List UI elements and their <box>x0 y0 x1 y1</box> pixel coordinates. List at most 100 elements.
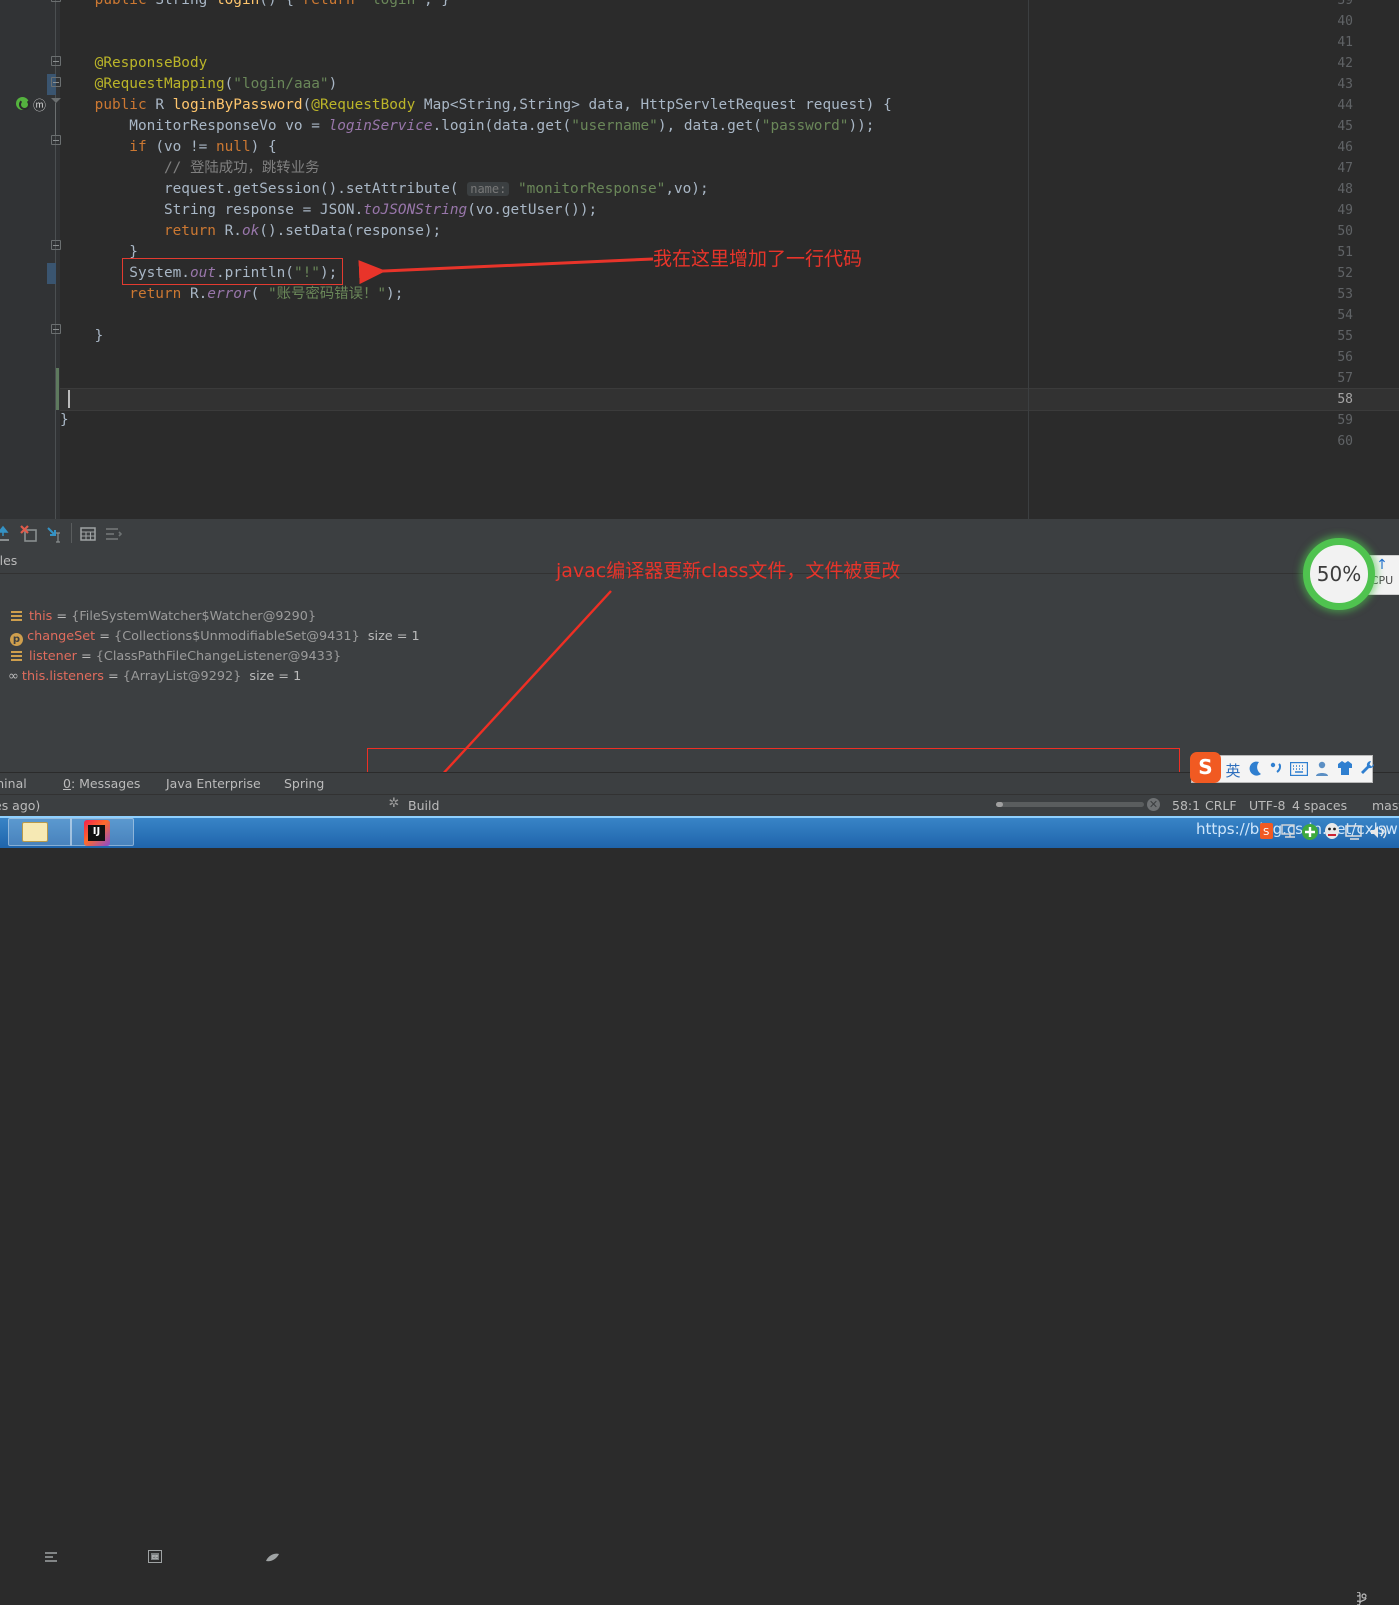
variables-tab-label[interactable]: ables <box>0 553 17 568</box>
shirt-icon[interactable] <box>1337 760 1353 776</box>
java-enterprise-icon: EE <box>148 1550 162 1563</box>
variable-row[interactable]: ∞ this.listeners = {ArrayList@9292} size… <box>8 667 301 687</box>
line-number: 45 <box>1337 119 1353 134</box>
line-number: 41 <box>1337 35 1353 50</box>
sort-values-icon[interactable] <box>104 525 122 543</box>
cpu-percent-label: 50% <box>1316 562 1362 586</box>
git-branch-label[interactable]: mast <box>1372 798 1399 813</box>
spring-leaf-icon <box>266 1553 279 1562</box>
status-bar[interactable]: es ago) Build 58:1 CRLF UTF-8 4 spaces m… <box>0 794 1399 1605</box>
sogou-logo-icon[interactable]: S <box>1190 752 1221 783</box>
debugger-toolbar[interactable] <box>0 519 1399 550</box>
tray-monitor-icon[interactable] <box>1344 822 1364 842</box>
force-step-into-icon[interactable] <box>20 525 38 543</box>
tray-security-icon[interactable] <box>1300 822 1320 842</box>
line-number: 43 <box>1337 77 1353 92</box>
build-progress-bar <box>996 802 1144 807</box>
gutter-exec-mark <box>47 263 56 284</box>
line-number: 53 <box>1337 287 1353 302</box>
svg-text:S: S <box>1263 827 1269 838</box>
spring-bean-icon[interactable] <box>16 97 30 110</box>
status-left-text: es ago) <box>0 798 41 813</box>
file-encoding[interactable]: UTF-8 <box>1249 798 1285 813</box>
line-number: 59 <box>1337 413 1353 428</box>
comma-icon[interactable] <box>1268 761 1284 777</box>
line-number: 54 <box>1337 308 1353 323</box>
line-number: 56 <box>1337 350 1353 365</box>
code-line[interactable]: public R loginByPassword(@RequestBody Ma… <box>60 95 892 116</box>
tray-qq-icon[interactable] <box>1322 822 1342 842</box>
windows-taskbar[interactable] <box>0 816 1399 848</box>
annotation-at-icon: ⓜ <box>33 99 47 114</box>
code-line[interactable]: return R.ok().setData(response); <box>60 221 441 242</box>
cpu-usage-indicator[interactable]: 50% <box>1303 538 1375 610</box>
variable-row[interactable]: p changeSet = {Collections$UnmodifiableS… <box>10 627 420 647</box>
watch-icon: ∞ <box>8 669 19 684</box>
code-line[interactable]: String response = JSON.toJSONString(vo.g… <box>60 200 597 221</box>
run-to-cursor-icon[interactable] <box>45 525 63 543</box>
line-number: 48 <box>1337 182 1353 197</box>
person-icon[interactable] <box>1314 761 1330 776</box>
line-number: 40 <box>1337 14 1353 29</box>
keyboard-icon[interactable] <box>1290 762 1308 776</box>
svg-text:EE: EE <box>152 1555 158 1561</box>
line-number: 49 <box>1337 203 1353 218</box>
wrench-icon[interactable] <box>1359 760 1375 776</box>
code-line[interactable]: public String login() { return "login"; … <box>60 0 450 11</box>
step-out-icon[interactable] <box>0 525 12 543</box>
line-number: 46 <box>1337 140 1353 155</box>
intellij-idea-icon[interactable]: IJ <box>84 820 110 846</box>
current-line-highlight <box>0 388 1399 411</box>
code-line[interactable]: } <box>60 410 69 431</box>
fold-bracket-line <box>55 103 56 135</box>
line-number: 50 <box>1337 224 1353 239</box>
code-line[interactable]: if (vo != null) { <box>60 137 276 158</box>
caret-position[interactable]: 58:1 <box>1172 798 1200 813</box>
annotation-text-build: javac编译器更新class文件，文件被更改 <box>556 560 901 582</box>
line-number: 57 <box>1337 371 1353 386</box>
code-line[interactable]: @RequestMapping("login/aaa") <box>60 74 338 95</box>
folder-icon[interactable] <box>22 822 48 842</box>
indent-setting[interactable]: 4 spaces <box>1292 798 1347 813</box>
tool-window-spring[interactable]: Spring <box>284 776 324 791</box>
evaluate-expression-icon[interactable] <box>79 525 97 543</box>
code-line[interactable]: request.getSession().setAttribute( name:… <box>60 179 709 200</box>
code-line[interactable]: // 登陆成功，跳转业务 <box>60 158 320 179</box>
code-line[interactable]: @ResponseBody <box>60 53 208 74</box>
vcs-change-bar[interactable] <box>56 368 59 410</box>
toolbar-separator <box>71 523 72 543</box>
build-spinner-icon: ✲ <box>388 796 400 811</box>
tray-volume-icon[interactable] <box>1368 822 1388 842</box>
intellij-label: IJ <box>88 825 105 841</box>
tool-window-terminal[interactable]: minal <box>0 776 27 791</box>
annotation-text-code: 我在这里增加了一行代码 <box>653 248 863 270</box>
annotation-arrow-code <box>358 257 654 285</box>
line-number: 52 <box>1337 266 1353 281</box>
line-number: 39 <box>1337 0 1353 8</box>
tray-network-icon[interactable] <box>1280 822 1300 842</box>
variables-list[interactable]: this = {FileSystemWatcher$Watcher@9290} … <box>0 575 1399 772</box>
text-caret <box>68 390 70 408</box>
line-number: 47 <box>1337 161 1353 176</box>
tool-window-messages[interactable]: 0: Messages <box>63 776 140 791</box>
variable-row[interactable]: listener = {ClassPathFileChangeListener@… <box>10 647 341 667</box>
field-icon <box>10 610 24 622</box>
build-progress-fill <box>996 802 1003 807</box>
tool-window-java-enterprise[interactable]: Java Enterprise <box>166 776 261 791</box>
parameter-hint: name: <box>467 182 510 196</box>
ime-mode-label[interactable]: 英 <box>1224 760 1242 781</box>
tray-sogou-icon[interactable]: S <box>1258 822 1278 842</box>
code-line[interactable]: return R.error( "账号密码错误！"); <box>60 284 403 305</box>
annotation-box-code-line <box>122 258 343 285</box>
moon-icon[interactable] <box>1247 761 1263 777</box>
code-line[interactable]: } <box>60 326 104 347</box>
git-branch-icon <box>1357 1592 1367 1605</box>
messages-icon <box>45 1552 57 1562</box>
line-separator[interactable]: CRLF <box>1205 798 1237 813</box>
line-number: 42 <box>1337 56 1353 71</box>
right-margin-guide <box>1028 0 1029 519</box>
cancel-build-button[interactable]: ✕ <box>1147 798 1160 811</box>
build-status-label[interactable]: Build <box>408 798 439 813</box>
variable-row[interactable]: this = {FileSystemWatcher$Watcher@9290} <box>10 607 316 627</box>
code-line[interactable]: MonitorResponseVo vo = loginService.logi… <box>60 116 874 137</box>
